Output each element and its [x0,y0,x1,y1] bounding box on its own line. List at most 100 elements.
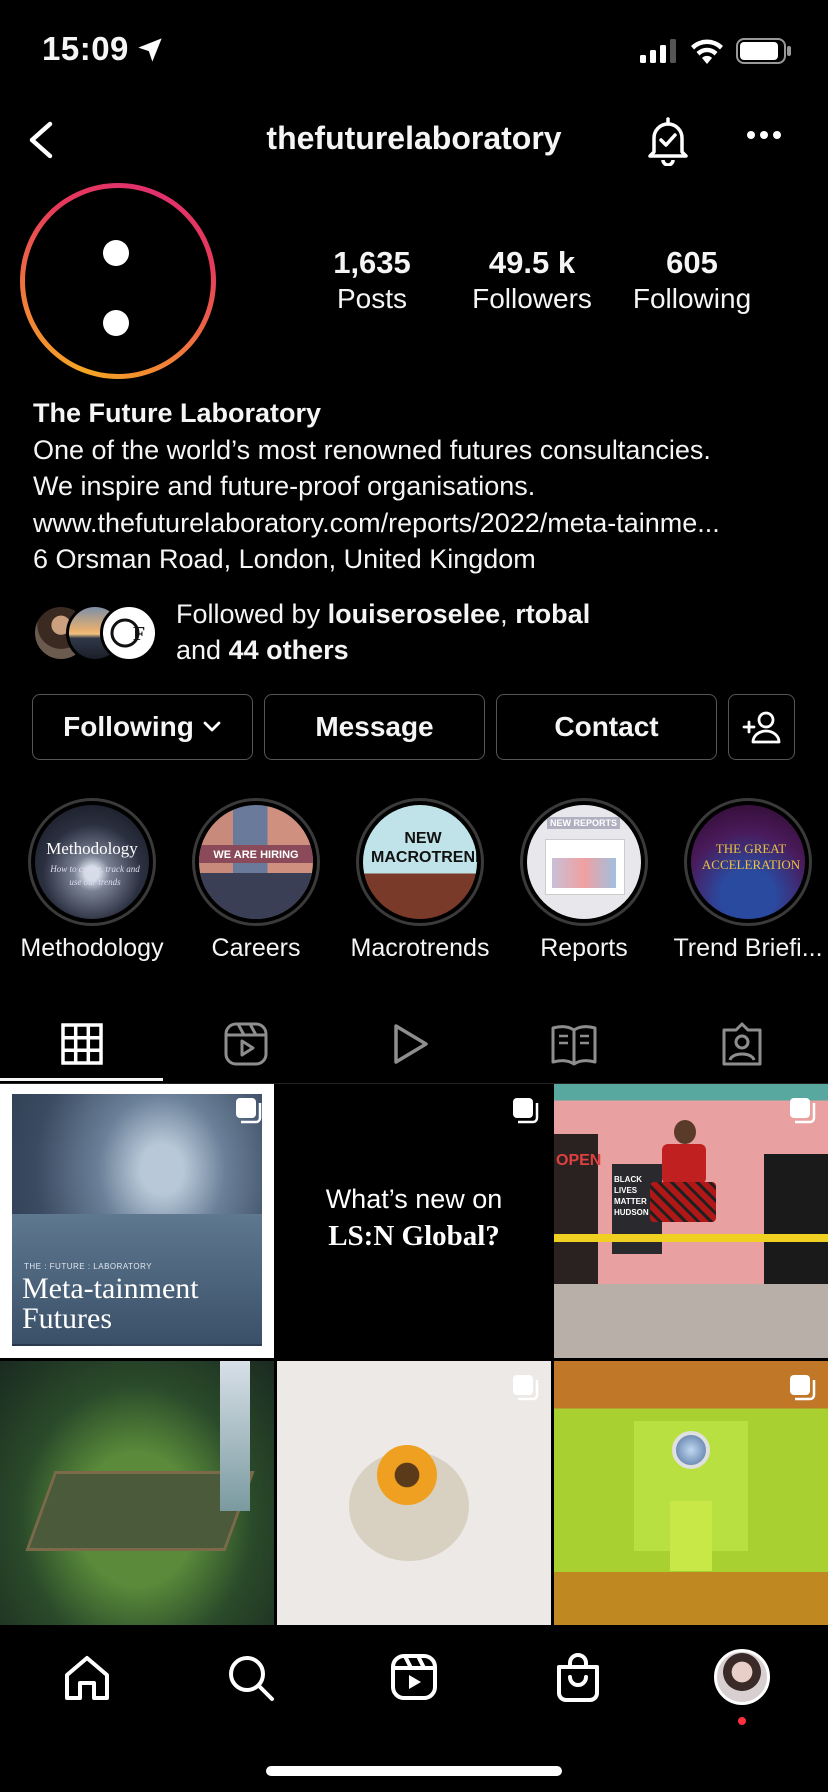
tab-guides[interactable] [544,1014,604,1074]
followers-count[interactable]: 49.5 k Followers [452,245,612,315]
contact-button[interactable]: Contact [496,694,717,760]
profile-header: thefuturelaboratory [0,100,828,180]
shop-bag-icon[interactable] [554,1653,602,1703]
tab-videos[interactable] [380,1014,440,1074]
stat-label: Posts [336,283,408,314]
stat-label: Following [632,283,752,314]
post-image-waterfall [220,1361,250,1511]
highlight-cover: NEW MACROTRENDS [363,805,477,919]
contact-button-label: Contact [554,711,659,742]
post-tile[interactable]: THE : FUTURE : LABORATORY Meta-tainment … [0,1084,274,1358]
followed-by-prefix: Followed by [176,599,328,629]
add-user-icon [742,711,780,744]
highlight-careers[interactable]: WE ARE HIRING Careers [192,798,320,962]
post-tile[interactable]: What’s new on LS:N Global? [277,1084,551,1358]
post-image-sunflower [377,1445,437,1505]
home-icon[interactable] [62,1653,112,1703]
following-button-label: Following [63,711,194,742]
bio-link[interactable]: www.thefuturelaboratory.com/reports/2022… [33,505,803,542]
mutual-follower-name[interactable]: rtobal [515,599,590,629]
tab-reels[interactable] [216,1014,276,1074]
location-arrow-icon [138,38,162,62]
stat-value: 49.5 k [488,245,576,280]
post-kicker: THE : FUTURE : LABORATORY [24,1262,153,1271]
highlight-ring: WE ARE HIRING [192,798,320,926]
profile-content-tabs [0,1000,828,1084]
reels-icon [224,1022,268,1066]
mutual-follower-name[interactable]: louiseroselee [328,599,501,629]
post-tile[interactable]: OPEN BLACK LIVES MATTER HUDSON [554,1084,828,1358]
post-image-dancer-head [674,1120,696,1144]
status-time: 15:09 [42,30,129,67]
post-text: What’s new on [325,1184,503,1214]
post-tile[interactable] [0,1361,274,1625]
mutual-follower-avatar: F [100,604,158,662]
highlight-cover: Methodology How to create, track and use… [35,805,149,919]
posts-count[interactable]: 1,635 Posts [292,245,452,315]
bio-text: We inspire and future-proof organisation… [33,471,536,501]
separator: , [500,599,516,629]
highlight-trend-briefings[interactable]: THE GREAT ACCELERATION Trend Briefi... [673,798,823,962]
active-tab-indicator [0,1078,163,1081]
message-button-label: Message [315,711,434,742]
highlight-cover-title: THE GREAT ACCELERATION [701,841,801,872]
highlight-cover: NEW REPORTS [527,805,641,919]
wifi-icon [691,39,723,64]
highlight-label: Trend Briefi... [673,934,823,962]
chevron-down-icon [203,721,221,732]
highlight-ring: NEW REPORTS [520,798,648,926]
profile-username: thefuturelaboratory [266,120,562,156]
notification-bell-icon[interactable] [644,116,692,166]
highlight-cover: WE ARE HIRING [199,805,313,919]
battery-icon [736,38,791,64]
carousel-icon [790,1375,816,1401]
highlight-methodology[interactable]: Methodology How to create, track and use… [20,798,164,962]
post-image-dancer-top [662,1144,706,1184]
highlight-cover-title: WE ARE HIRING [213,849,299,861]
post-image-window: OPEN [554,1134,601,1284]
profile-bio: The Future Laboratory One of the world’s… [33,395,803,578]
post-title: Meta-tainment [22,1272,199,1305]
bio-address[interactable]: 6 Orsman Road, London, United Kingdom [33,541,803,578]
grid-icon [61,1023,103,1065]
guide-book-icon [551,1025,597,1066]
following-count[interactable]: 605 Following [612,245,772,315]
post-title: Futures [22,1302,112,1335]
highlight-cover-floor [199,873,313,919]
followed-by-and: and [176,635,229,665]
post-image-doorway [764,1154,828,1304]
suggested-users-button[interactable] [728,694,795,760]
reels-icon[interactable] [390,1653,438,1701]
mutual-followers[interactable]: F Followed by louiseroselee, rtobal and … [32,596,812,668]
tab-tagged[interactable] [712,1014,772,1074]
stat-value: 1,635 [333,245,411,280]
home-indicator [266,1766,562,1776]
highlight-cover: THE GREAT ACCELERATION [691,805,805,919]
more-options-icon[interactable] [746,130,782,140]
highlight-macrotrends[interactable]: NEW MACROTRENDS Macrotrends [351,798,489,962]
highlight-cover-title: NEW REPORTS [547,817,621,829]
highlight-reports[interactable]: NEW REPORTS Reports [520,798,648,962]
highlight-ring: NEW MACROTRENDS [356,798,484,926]
search-icon[interactable] [226,1653,276,1703]
mutual-followers-text: Followed by louiseroselee, rtobal and 44… [176,596,590,668]
post-image-ground [554,1284,828,1358]
tab-posts-grid[interactable] [52,1014,112,1074]
post-tile[interactable] [277,1361,551,1625]
tagged-user-icon [722,1022,762,1066]
post-tile[interactable] [554,1361,828,1625]
status-bar: 15:09 [0,0,828,100]
post-image-rail [554,1234,828,1242]
carousel-icon [790,1098,816,1124]
profile-tab-avatar[interactable] [714,1649,770,1705]
highlight-ring: THE GREAT ACCELERATION [684,798,812,926]
notification-dot [738,1717,746,1725]
post-image: THE : FUTURE : LABORATORY Meta-tainment … [12,1094,262,1346]
mutual-followers-others[interactable]: 44 others [229,635,349,665]
highlight-cover-title: NEW MACROTRENDS [371,830,477,866]
highlight-cover-title: Methodology [46,839,138,858]
cellular-signal-icon [640,39,676,63]
profile-avatar[interactable] [20,183,216,379]
following-button[interactable]: Following [32,694,253,760]
message-button[interactable]: Message [264,694,485,760]
